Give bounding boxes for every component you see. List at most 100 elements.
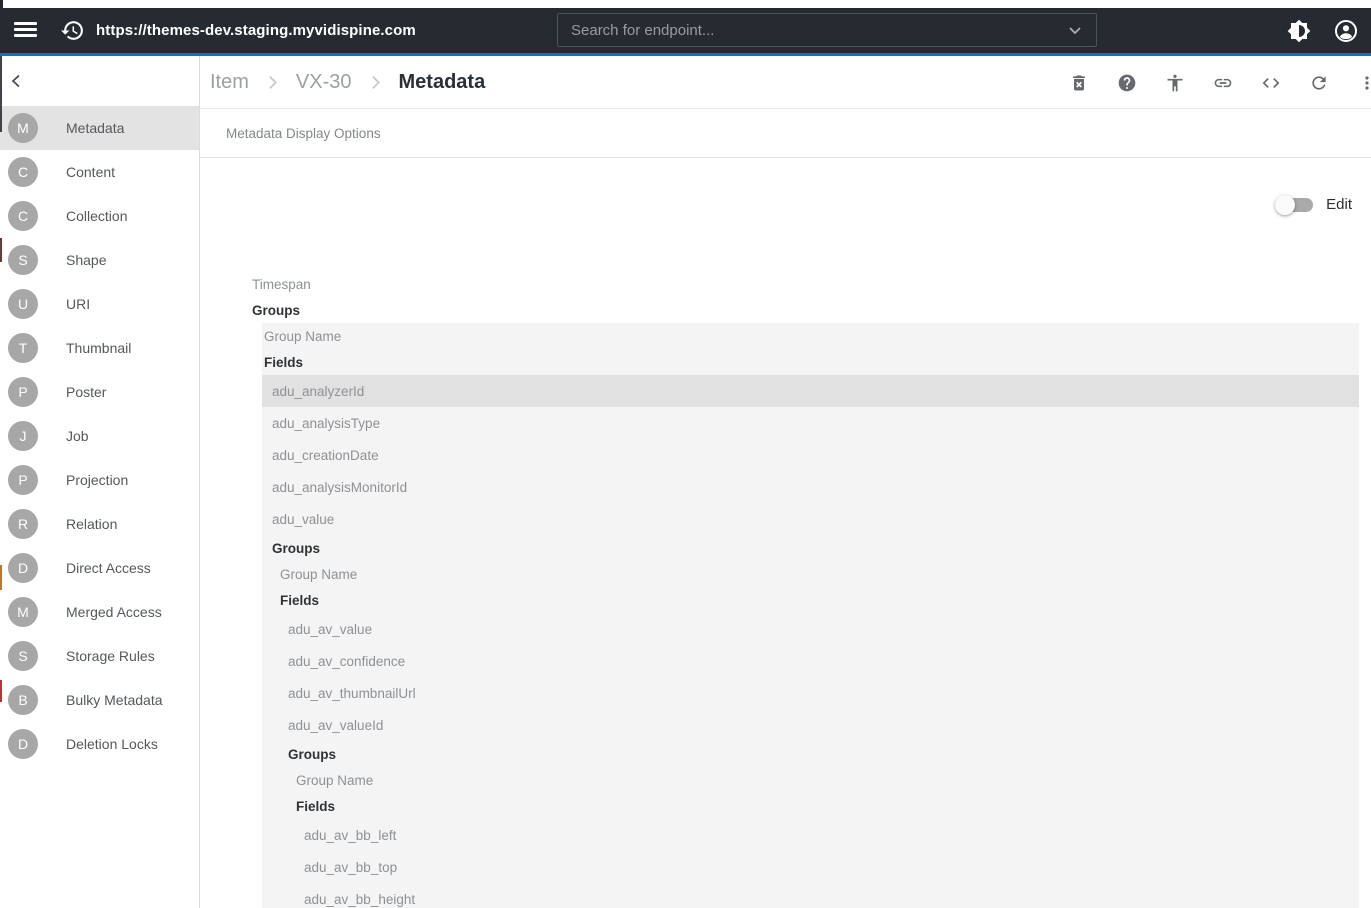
metadata-row[interactable]: adu_av_bb_left bbox=[262, 819, 1359, 851]
sidebar-item-thumbnail[interactable]: T Thumbnail bbox=[0, 326, 199, 370]
help-icon[interactable] bbox=[1117, 73, 1137, 93]
metadata-row-label: Fields bbox=[264, 355, 445, 370]
letter-avatar-icon: J bbox=[8, 421, 38, 451]
breadcrumb-item-metadata[interactable]: Metadata bbox=[399, 71, 486, 94]
metadata-row[interactable]: adu_av_value bbox=[262, 613, 1359, 645]
sidebar-item-label: Relation bbox=[66, 516, 117, 532]
metadata-row[interactable]: adu_av_valueId bbox=[262, 709, 1359, 741]
sidebar-item-label: Storage Rules bbox=[66, 648, 155, 664]
sidebar-item-label: Direct Access bbox=[66, 560, 151, 576]
letter-avatar-icon: S bbox=[8, 245, 38, 275]
sidebar-item-direct-access[interactable]: D Direct Access bbox=[0, 546, 199, 590]
main-panel: Item VX-30 Metadata Metadata Display Optio… bbox=[200, 56, 1371, 908]
sidebar-item-storage-rules[interactable]: S Storage Rules bbox=[0, 634, 199, 678]
letter-avatar-icon: T bbox=[8, 333, 38, 363]
sidebar-item-label: Bulky Metadata bbox=[66, 692, 163, 708]
metadata-row[interactable]: adu_analysisType bbox=[262, 407, 1359, 439]
metadata-row-label: Groups bbox=[288, 747, 460, 762]
metadata-row[interactable]: Groups bbox=[262, 741, 1359, 767]
metadata-group-panel: Group Name Fields adu_analyzerId adu_ana… bbox=[262, 323, 1359, 908]
metadata-row[interactable]: adu_creationDate bbox=[262, 439, 1359, 471]
edge-artifact bbox=[0, 565, 2, 590]
sidebar-item-projection[interactable]: P Projection bbox=[0, 458, 199, 502]
accessibility-icon[interactable] bbox=[1165, 73, 1185, 93]
metadata-row[interactable]: Group Name bbox=[262, 561, 1359, 587]
breadcrumb: Item VX-30 Metadata bbox=[200, 71, 485, 94]
metadata-row[interactable]: Timespan bbox=[200, 271, 1371, 297]
metadata-row-label: Groups bbox=[272, 541, 450, 556]
metadata-row-label: adu_av_bb_top bbox=[304, 860, 470, 875]
breadcrumb-bar: Item VX-30 Metadata bbox=[200, 56, 1371, 109]
metadata-row-label: Group Name bbox=[280, 567, 455, 582]
sidebar-item-label: Deletion Locks bbox=[66, 736, 158, 752]
metadata-row[interactable]: Fields bbox=[262, 587, 1359, 613]
breadcrumb-item-item[interactable]: Item bbox=[210, 71, 249, 94]
menu-icon[interactable] bbox=[14, 22, 37, 41]
sidebar-item-label: Metadata bbox=[66, 120, 124, 136]
account-icon[interactable] bbox=[1334, 19, 1358, 43]
sidebar-item-merged-access[interactable]: M Merged Access bbox=[0, 590, 199, 634]
edge-artifact bbox=[0, 680, 2, 702]
letter-avatar-icon: C bbox=[8, 201, 38, 231]
chevron-left-icon bbox=[9, 73, 25, 89]
metadata-row-label: Group Name bbox=[296, 773, 465, 788]
delete-forever-icon[interactable] bbox=[1069, 73, 1089, 93]
metadata-row[interactable]: adu_av_thumbnailUrl bbox=[262, 677, 1359, 709]
history-icon[interactable] bbox=[60, 18, 85, 43]
letter-avatar-icon: P bbox=[8, 377, 38, 407]
letter-avatar-icon: R bbox=[8, 509, 38, 539]
letter-avatar-icon: M bbox=[8, 113, 38, 143]
sidebar-back-button[interactable] bbox=[0, 56, 199, 106]
metadata-row-label: Group Name bbox=[264, 329, 445, 344]
sidebar-item-content[interactable]: C Content bbox=[0, 150, 199, 194]
refresh-icon[interactable] bbox=[1309, 73, 1329, 93]
window-top-strip bbox=[0, 0, 1371, 8]
more-vertical-icon[interactable] bbox=[1357, 73, 1371, 93]
sidebar-item-label: Merged Access bbox=[66, 604, 162, 620]
metadata-row-label: adu_creationDate bbox=[272, 448, 450, 463]
letter-avatar-icon: S bbox=[8, 641, 38, 671]
metadata-row-label: Fields bbox=[296, 799, 465, 814]
sidebar-item-uri[interactable]: U URI bbox=[0, 282, 199, 326]
sidebar-item-label: Thumbnail bbox=[66, 340, 131, 356]
sidebar-item-metadata[interactable]: M Metadata bbox=[0, 106, 199, 150]
edge-artifact bbox=[0, 238, 2, 262]
sidebar-item-label: Projection bbox=[66, 472, 128, 488]
metadata-row-label: adu_analysisMonitorId bbox=[272, 480, 450, 495]
metadata-row[interactable]: adu_value bbox=[262, 503, 1359, 535]
metadata-row[interactable]: adu_av_confidence bbox=[262, 645, 1359, 677]
metadata-row[interactable]: adu_analyzerId bbox=[262, 375, 1359, 407]
metadata-row[interactable]: adu_analysisMonitorId bbox=[262, 471, 1359, 503]
endpoint-sidebar: M Metadata C Content C Collection S Shap… bbox=[0, 56, 200, 908]
breadcrumb-item-vx-30[interactable]: VX-30 bbox=[296, 71, 352, 94]
code-icon[interactable] bbox=[1261, 73, 1281, 93]
metadata-row-label: Fields bbox=[280, 593, 455, 608]
metadata-row[interactable]: Fields bbox=[262, 793, 1359, 819]
sidebar-item-bulky-metadata[interactable]: B Bulky Metadata bbox=[0, 678, 199, 722]
metadata-row[interactable]: Groups bbox=[262, 535, 1359, 561]
letter-avatar-icon: D bbox=[8, 553, 38, 583]
tab-bar: Metadata Display Options bbox=[200, 109, 1371, 158]
metadata-row[interactable]: Fields bbox=[262, 349, 1359, 375]
metadata-row[interactable]: Group Name bbox=[262, 323, 1359, 349]
metadata-row[interactable]: Group Name bbox=[262, 767, 1359, 793]
sidebar-item-poster[interactable]: P Poster bbox=[0, 370, 199, 414]
tab-metadata-display-options[interactable]: Metadata Display Options bbox=[200, 126, 381, 141]
metadata-row-label: adu_av_value bbox=[288, 622, 460, 637]
chevron-down-icon bbox=[1067, 22, 1083, 38]
metadata-row[interactable]: adu_av_bb_top bbox=[262, 851, 1359, 883]
link-icon[interactable] bbox=[1213, 73, 1233, 93]
brightness-icon[interactable] bbox=[1287, 19, 1311, 43]
metadata-row[interactable]: Groups bbox=[200, 297, 1371, 323]
edge-artifact bbox=[0, 0, 3, 8]
sidebar-item-job[interactable]: J Job bbox=[0, 414, 199, 458]
sidebar-item-label: Shape bbox=[66, 252, 106, 268]
sidebar-item-deletion-locks[interactable]: D Deletion Locks bbox=[0, 722, 199, 766]
toggle-thumb bbox=[1275, 195, 1295, 215]
sidebar-item-collection[interactable]: C Collection bbox=[0, 194, 199, 238]
metadata-row[interactable]: adu_av_bb_height bbox=[262, 883, 1359, 908]
sidebar-item-shape[interactable]: S Shape bbox=[0, 238, 199, 282]
sidebar-item-relation[interactable]: R Relation bbox=[0, 502, 199, 546]
edit-toggle[interactable] bbox=[1279, 198, 1313, 212]
endpoint-search-input[interactable]: Search for endpoint... bbox=[557, 13, 1097, 47]
